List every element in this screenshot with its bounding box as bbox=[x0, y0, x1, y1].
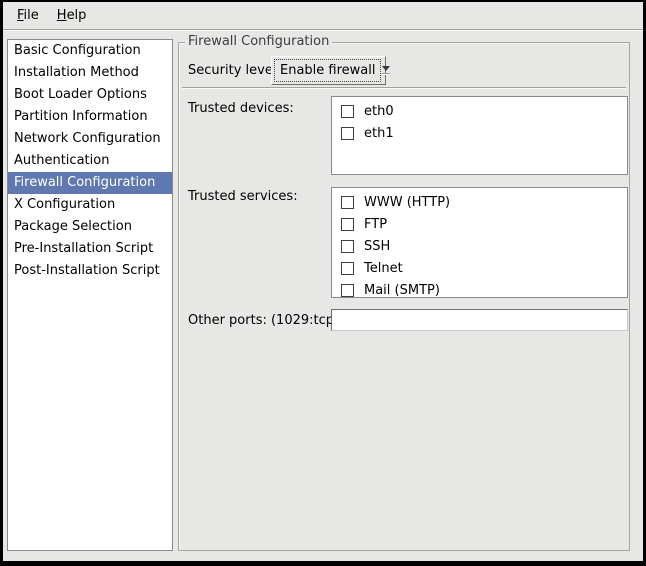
checkbox-telnet[interactable] bbox=[341, 262, 354, 275]
sidebar-item-boot-loader-options[interactable]: Boot Loader Options bbox=[8, 84, 172, 106]
checkbox-ftp[interactable] bbox=[341, 218, 354, 231]
checkbox-eth1[interactable] bbox=[341, 127, 354, 140]
sidebar-item-basic-configuration[interactable]: Basic Configuration bbox=[8, 40, 172, 62]
menu-help[interactable]: Help bbox=[48, 4, 96, 27]
sidebar-item-package-selection[interactable]: Package Selection bbox=[8, 216, 172, 238]
kickstart-configurator-window: File Help Basic Configuration Installati… bbox=[0, 0, 646, 566]
service-row-ftp[interactable]: FTP bbox=[332, 213, 627, 235]
service-row-www-http[interactable]: WWW (HTTP) bbox=[332, 191, 627, 213]
device-label: eth1 bbox=[364, 126, 394, 141]
sidebar-item-authentication[interactable]: Authentication bbox=[8, 150, 172, 172]
device-row-eth0[interactable]: eth0 bbox=[332, 100, 627, 122]
trusted-devices-label: Trusted devices: bbox=[188, 101, 294, 117]
menubar: File Help bbox=[3, 2, 643, 30]
service-label: Mail (SMTP) bbox=[364, 283, 440, 298]
sidebar-item-partition-information[interactable]: Partition Information bbox=[8, 106, 172, 128]
checkbox-eth0[interactable] bbox=[341, 105, 354, 118]
service-label: FTP bbox=[364, 217, 387, 232]
sidebar-item-post-installation-script[interactable]: Post-Installation Script bbox=[8, 260, 172, 282]
checkbox-ssh[interactable] bbox=[341, 240, 354, 253]
device-row-eth1[interactable]: eth1 bbox=[332, 122, 627, 144]
device-label: eth0 bbox=[364, 104, 394, 119]
trusted-devices-list: eth0 eth1 bbox=[331, 96, 628, 175]
service-row-mail-smtp[interactable]: Mail (SMTP) bbox=[332, 279, 627, 298]
sidebar-item-network-configuration[interactable]: Network Configuration bbox=[8, 128, 172, 150]
sidebar-item-installation-method[interactable]: Installation Method bbox=[8, 62, 172, 84]
firewall-configuration-panel: Firewall Configuration Security level: E… bbox=[178, 42, 630, 551]
menu-file[interactable]: File bbox=[8, 4, 48, 27]
trusted-services-label: Trusted services: bbox=[188, 189, 298, 205]
dropdown-arrow-icon bbox=[382, 57, 390, 84]
service-label: WWW (HTTP) bbox=[364, 195, 450, 210]
other-ports-input[interactable] bbox=[331, 309, 628, 331]
checkbox-mail-smtp[interactable] bbox=[341, 284, 354, 297]
checkbox-www-http[interactable] bbox=[341, 196, 354, 209]
trusted-services-list: WWW (HTTP) FTP SSH Telnet Mail (SMTP) bbox=[331, 187, 628, 298]
service-row-ssh[interactable]: SSH bbox=[332, 235, 627, 257]
service-label: Telnet bbox=[364, 261, 403, 276]
panel-title: Firewall Configuration bbox=[185, 34, 332, 50]
security-level-value: Enable firewall bbox=[274, 59, 381, 82]
separator bbox=[182, 87, 626, 89]
service-row-telnet[interactable]: Telnet bbox=[332, 257, 627, 279]
other-ports-label: Other ports: (1029:tcp) bbox=[188, 313, 339, 329]
sidebar-item-x-configuration[interactable]: X Configuration bbox=[8, 194, 172, 216]
section-list: Basic Configuration Installation Method … bbox=[7, 39, 173, 551]
security-level-dropdown[interactable]: Enable firewall bbox=[271, 56, 386, 85]
service-label: SSH bbox=[364, 239, 390, 254]
security-level-label: Security level: bbox=[188, 63, 281, 79]
sidebar-item-pre-installation-script[interactable]: Pre-Installation Script bbox=[8, 238, 172, 260]
sidebar-item-firewall-configuration[interactable]: Firewall Configuration bbox=[8, 172, 172, 194]
